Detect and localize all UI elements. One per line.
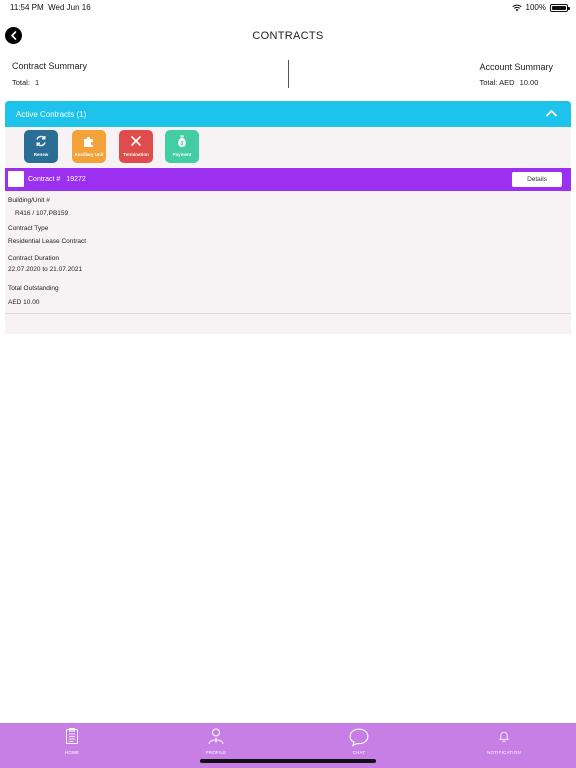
chat-bubble-icon xyxy=(349,728,369,747)
payment-button[interactable]: $ Payment xyxy=(165,130,199,163)
contract-duration-label: Contract Duration xyxy=(8,255,59,262)
contract-type-value: Residential Lease Contract xyxy=(8,238,87,245)
tab-home-label: HOME xyxy=(64,750,80,755)
account-summary: Account Summary Total: AED 10.00 xyxy=(479,62,553,87)
tab-profile-label: PROFILE xyxy=(205,750,227,755)
building-unit-label: Building/Unit # xyxy=(8,197,50,204)
contract-actions: Renew Ancillary Unit Termination $ Payme… xyxy=(5,127,571,168)
battery-icon xyxy=(550,3,570,12)
contract-summary-total: Total: 1 xyxy=(12,78,87,87)
header: CONTRACTS xyxy=(0,24,576,50)
account-summary-total: Total: AED 10.00 xyxy=(479,78,553,87)
details-button[interactable]: Details xyxy=(512,172,562,187)
user-icon xyxy=(208,728,224,745)
ancillary-unit-button[interactable]: Ancillary Unit xyxy=(72,130,106,163)
svg-text:$: $ xyxy=(181,141,184,147)
status-time: 11:54 PM Wed Jun 16 xyxy=(10,3,91,12)
contract-total-value: 1 xyxy=(35,78,40,87)
tab-chat-label: CHAT xyxy=(352,750,366,755)
tab-profile[interactable]: PROFILE xyxy=(176,727,256,755)
total-outstanding-value: AED 10.00 xyxy=(8,299,40,306)
home-indicator xyxy=(200,759,376,763)
tab-bar: HOME PROFILE CHAT NOTIFICATION xyxy=(0,723,576,768)
termination-button[interactable]: Termination xyxy=(119,130,153,163)
renew-button[interactable]: Renew xyxy=(24,130,58,163)
account-total-value: 10.00 xyxy=(519,78,539,87)
bell-icon xyxy=(498,731,510,743)
contract-summary: Contract Summary Total: 1 xyxy=(12,61,87,87)
total-outstanding-label: Total Outstanding xyxy=(8,285,59,292)
summary-divider xyxy=(288,60,289,88)
contract-checkbox[interactable] xyxy=(8,171,24,187)
ancillary-unit-label: Ancillary Unit xyxy=(74,152,104,157)
active-contracts-header[interactable]: Active Contracts (1) xyxy=(5,101,571,127)
tab-notification[interactable]: NOTIFICATION xyxy=(464,727,544,755)
contract-number-label: Contract # xyxy=(28,176,61,183)
page-title: CONTRACTS xyxy=(252,30,324,42)
tab-chat[interactable]: CHAT xyxy=(319,727,399,755)
contract-label: Contract # 19272 xyxy=(28,176,86,183)
termination-label: Termination xyxy=(123,152,149,157)
contract-total-label: Total: xyxy=(12,78,30,87)
puzzle-icon xyxy=(84,136,93,147)
active-contracts-panel: Active Contracts (1) Renew Ancillary Uni… xyxy=(5,101,571,334)
refresh-icon xyxy=(36,135,46,147)
clipboard-icon xyxy=(66,728,78,744)
renew-label: Renew xyxy=(33,152,49,157)
panel-divider xyxy=(5,313,571,314)
status-date-text: Wed Jun 16 xyxy=(48,3,91,12)
account-total-label: Total: AED xyxy=(479,78,515,87)
contract-row-header: Contract # 19272 Details xyxy=(5,168,571,191)
close-icon xyxy=(131,136,141,146)
summary-section: Contract Summary Total: 1 Account Summar… xyxy=(0,58,576,92)
status-bar: 11:54 PM Wed Jun 16 100% xyxy=(0,0,576,16)
wifi-icon xyxy=(511,4,522,11)
contract-duration-value: 22.07.2020 to 21.07.2021 xyxy=(8,266,83,273)
building-unit-value: R416 / 107,PB159 xyxy=(15,210,69,217)
tab-notification-label: NOTIFICATION xyxy=(487,750,521,755)
contract-number: 19272 xyxy=(66,176,86,183)
chevron-up-icon[interactable] xyxy=(546,109,557,117)
status-time-text: 11:54 PM xyxy=(10,3,44,12)
account-summary-title: Account Summary xyxy=(479,62,553,72)
contract-details: Building/Unit # R416 / 107,PB159 Contrac… xyxy=(5,191,571,309)
payment-label: Payment xyxy=(172,152,192,157)
active-contracts-title: Active Contracts (1) xyxy=(16,110,87,119)
tab-home[interactable]: HOME xyxy=(32,727,112,755)
money-bag-icon: $ xyxy=(178,135,186,147)
status-right: 100% xyxy=(511,3,570,12)
battery-percent: 100% xyxy=(525,3,546,12)
contract-summary-title: Contract Summary xyxy=(12,61,88,71)
contract-type-label: Contract Type xyxy=(8,225,49,232)
